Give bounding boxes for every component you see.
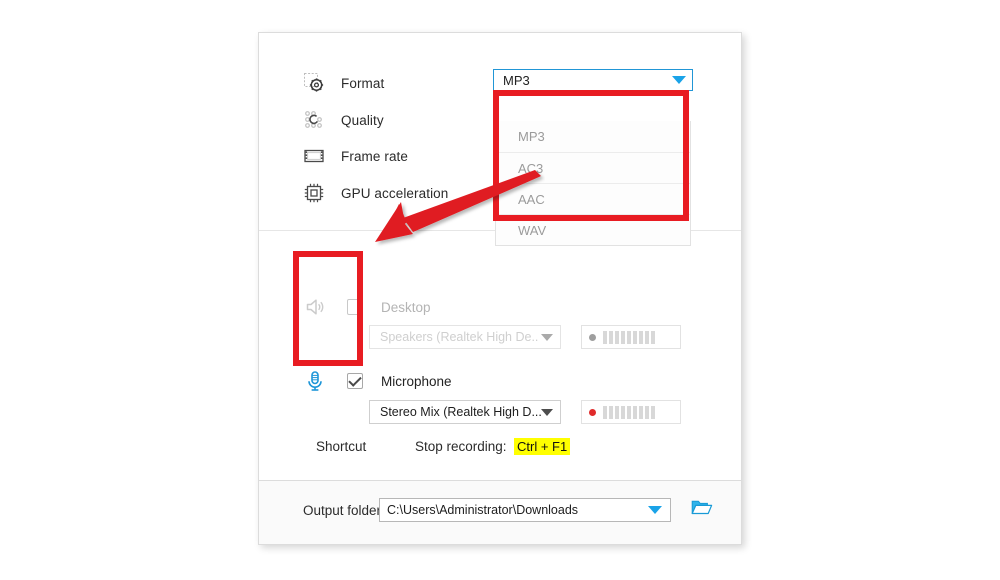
microphone-device-value: Stereo Mix (Realtek High D... — [380, 405, 541, 419]
format-option-ac3[interactable]: AC3 — [496, 152, 690, 183]
microphone-audio-row[interactable]: Microphone — [301, 367, 452, 395]
output-folder-bar: Output folder: C:\Users\Administrator\Do… — [259, 480, 741, 544]
option-label-frame-rate: Frame rate — [341, 148, 409, 164]
output-folder-select[interactable]: C:\Users\Administrator\Downloads — [379, 498, 671, 522]
option-label-gpu-acceleration: GPU acceleration — [341, 185, 449, 201]
option-row-format[interactable]: Format — [301, 69, 384, 97]
check-icon — [348, 372, 362, 387]
microphone-device-select[interactable]: Stereo Mix (Realtek High D... — [369, 400, 561, 424]
desktop-meter-indicator — [589, 333, 596, 341]
output-folder-path: C:\Users\Administrator\Downloads — [387, 503, 579, 517]
output-folder-label: Output folder: — [303, 503, 385, 518]
option-row-frame-rate[interactable]: Frame rate — [301, 142, 408, 170]
desktop-audio-row[interactable]: Desktop — [301, 293, 431, 321]
frame-rate-icon — [301, 143, 327, 169]
shortcut-label: Shortcut — [316, 438, 367, 454]
speaker-icon — [301, 293, 329, 321]
chevron-down-icon — [541, 333, 553, 341]
option-row-quality[interactable]: Quality — [301, 106, 384, 134]
format-select[interactable]: MP3 — [493, 69, 693, 91]
gpu-acceleration-icon — [301, 180, 327, 206]
folder-open-icon — [691, 498, 713, 522]
microphone-audio-label: Microphone — [381, 373, 452, 389]
microphone-audio-checkbox[interactable] — [347, 372, 363, 389]
desktop-volume-meter — [581, 325, 681, 349]
microphone-meter-bars — [603, 405, 655, 419]
desktop-meter-bars — [603, 330, 655, 344]
recorder-settings-panel: Format Quality Frame rate GPU accelerati… — [258, 32, 742, 545]
desktop-audio-label: Desktop — [381, 299, 431, 315]
desktop-audio-checkbox[interactable] — [347, 299, 363, 315]
chevron-down-icon — [672, 76, 686, 84]
microphone-meter-indicator — [589, 408, 596, 416]
desktop-device-value: Speakers (Realtek High De.. — [380, 330, 539, 344]
capture-options-section: Format Quality Frame rate GPU accelerati… — [259, 33, 741, 246]
option-label-format: Format — [341, 75, 385, 91]
stop-recording-label: Stop recording: — [415, 438, 507, 454]
stop-recording-hotkey[interactable]: Ctrl + F1 — [514, 437, 571, 455]
option-label-quality: Quality — [341, 112, 384, 128]
desktop-device-select[interactable]: Speakers (Realtek High De.. — [369, 325, 561, 349]
format-option-mp3[interactable]: MP3 — [496, 121, 690, 152]
format-option-wav[interactable]: WAV — [496, 214, 690, 245]
format-icon — [301, 70, 327, 96]
format-option-aac[interactable]: AAC — [496, 183, 690, 214]
microphone-icon — [301, 367, 329, 395]
option-row-gpu-acceleration[interactable]: GPU acceleration — [301, 179, 448, 207]
quality-icon — [301, 107, 327, 133]
shortcut-section: Shortcut Stop recording: Ctrl + F1 — [259, 433, 741, 459]
chevron-down-icon — [648, 506, 662, 514]
format-select-options-list[interactable]: MP3 AC3 AAC WAV — [495, 121, 691, 246]
format-select-value: MP3 — [503, 72, 530, 88]
browse-folder-button[interactable] — [689, 498, 715, 522]
chevron-down-icon — [541, 408, 553, 416]
microphone-volume-meter — [581, 400, 681, 424]
